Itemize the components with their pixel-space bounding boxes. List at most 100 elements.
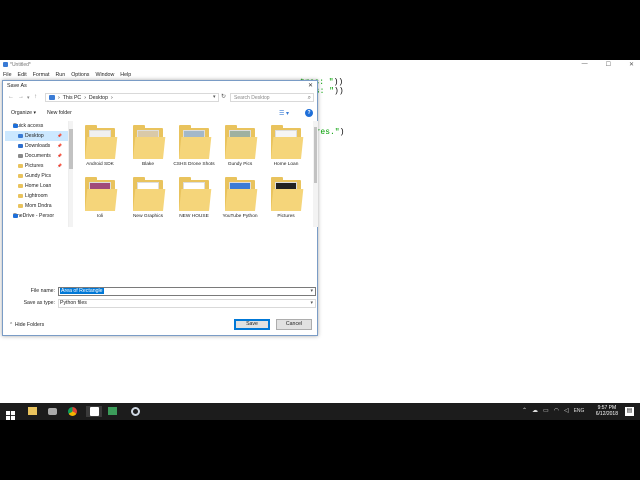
navigation-pane: Quick access Desktop 📌 Downloads 📌 Documents 📌… (5, 121, 69, 227)
clock[interactable]: 9:57 PM 6/12/2018 (596, 405, 618, 417)
language-indicator[interactable]: ENG (574, 407, 585, 414)
folder-icon (133, 177, 166, 211)
dialog-close-icon[interactable]: ✕ (308, 82, 313, 89)
save-type-label: Save as type: (23, 300, 55, 306)
volume-icon[interactable]: ◁ (564, 407, 569, 414)
folder-icon (179, 125, 212, 159)
folder-label: Android SDK (86, 162, 114, 167)
file-list: Android SDK Blake CSHS Drone Shots Gundy Pi… (75, 121, 313, 227)
folder-item[interactable]: NEW HOUSE (171, 177, 217, 220)
start-icon[interactable] (6, 407, 17, 420)
folder-item[interactable]: CSHS Drone Shots (171, 125, 217, 168)
file-list-scrollbar[interactable] (313, 121, 318, 227)
save-as-dialog: Save As ✕ ← → ▾ ↑ › This PC › Desktop › … (2, 80, 318, 336)
nav-item[interactable]: Pictures 📌 (5, 161, 68, 171)
photos-icon[interactable] (108, 406, 119, 417)
nav-item[interactable]: Desktop 📌 (5, 131, 68, 141)
up-arrow-icon[interactable]: ↑ (34, 94, 37, 100)
hide-folders-button[interactable]: ⌃ Hide Folders (9, 322, 44, 328)
folder-icon (18, 184, 23, 188)
folder-item[interactable]: Ioli (77, 177, 123, 220)
chrome-icon[interactable] (68, 406, 79, 417)
pin-icon: 📌 (57, 133, 62, 138)
folder-icon (18, 134, 23, 138)
chevron-down-icon[interactable]: ▾ (310, 300, 313, 307)
close-button[interactable]: ✕ (629, 61, 634, 68)
nav-item[interactable]: OneDrive - Persor (5, 211, 68, 221)
nav-item-label: Documents (25, 153, 51, 159)
help-icon[interactable]: ? (305, 109, 313, 117)
nav-item[interactable]: Downloads 📌 (5, 141, 68, 151)
forward-arrow-icon[interactable]: → (18, 94, 24, 100)
nav-item-label: Pictures (25, 163, 44, 169)
new-folder-button[interactable]: New folder (47, 110, 72, 116)
wifi-icon[interactable]: ◠ (554, 407, 559, 414)
nav-item[interactable]: Quick access (5, 121, 68, 131)
pin-icon: 📌 (57, 153, 62, 158)
menu-help[interactable]: Help (120, 72, 131, 78)
nav-item-label: Downloads (25, 143, 51, 149)
folder-icon (85, 177, 118, 211)
editor-titlebar: *Untitled* — ☐ ✕ (0, 60, 640, 70)
nav-item[interactable]: Lightroom (5, 191, 68, 201)
system-tray: ⌃ ☁ ▭ ◠ ◁ ENG (522, 407, 584, 414)
menu-options[interactable]: Options (71, 72, 89, 78)
folder-item[interactable]: Home Loan (263, 125, 309, 168)
dialog-title: Save As (7, 83, 27, 89)
network-icon[interactable] (48, 406, 59, 417)
search-input[interactable]: Search Desktop ⌕ (230, 93, 314, 102)
file-name-value: Area of Rectangle (60, 288, 104, 294)
organize-button[interactable]: Organize ▾ (11, 110, 36, 116)
menu-edit[interactable]: Edit (18, 72, 27, 78)
menu-run[interactable]: Run (55, 72, 65, 78)
clock-date: 6/12/2018 (595, 411, 618, 417)
location-icon (13, 124, 18, 128)
menu-format[interactable]: Format (33, 72, 50, 78)
idle-window: *Untitled* — ☐ ✕ File Edit Format Run Op… (0, 60, 640, 420)
record-icon[interactable] (128, 406, 142, 417)
folder-item[interactable]: YouTube Python (217, 177, 263, 220)
pc-icon (49, 95, 55, 100)
notifications-icon[interactable]: ▤ (625, 407, 634, 416)
recent-dropdown-icon[interactable]: ▾ (27, 95, 30, 101)
nav-item[interactable]: Home Loan (5, 181, 68, 191)
breadcrumb-desktop[interactable]: Desktop (89, 95, 108, 101)
nav-scrollbar[interactable] (69, 121, 73, 227)
back-arrow-icon[interactable]: ← (8, 94, 14, 100)
nav-item[interactable]: Documents 📌 (5, 151, 68, 161)
menu-window[interactable]: Window (95, 72, 114, 78)
pin-icon: 📌 (57, 163, 62, 168)
folder-item[interactable]: Pictures (263, 177, 309, 220)
cancel-button[interactable]: Cancel (276, 319, 312, 330)
address-row: ← → ▾ ↑ › This PC › Desktop › ▾ ↻ Search… (3, 92, 317, 104)
nav-item[interactable]: Gundy Pics (5, 171, 68, 181)
view-options-icon[interactable]: ☰ ▾ (279, 110, 289, 117)
battery-icon[interactable]: ▭ (543, 407, 549, 414)
save-button[interactable]: Save (234, 319, 270, 330)
file-name-input[interactable]: Area of Rectangle ▾ (58, 287, 316, 296)
maximize-button[interactable]: ☐ (606, 61, 611, 68)
pin-icon: 📌 (57, 143, 62, 148)
breadcrumb-this-pc[interactable]: This PC (63, 95, 81, 101)
folder-item[interactable]: Blake (125, 125, 171, 168)
save-type-select[interactable]: Python files ▾ (58, 299, 316, 308)
folder-item[interactable]: Gundy Pics (217, 125, 263, 168)
refresh-icon[interactable]: ↻ (221, 93, 226, 100)
file-explorer-icon[interactable] (28, 406, 39, 417)
onedrive-icon[interactable]: ☁ (532, 407, 538, 414)
nav-item[interactable]: Mom Dndra (5, 201, 68, 211)
file-name-label: File name: (30, 288, 55, 294)
minimize-button[interactable]: — (582, 61, 588, 68)
address-bar[interactable]: › This PC › Desktop › (45, 93, 219, 102)
folder-label: Gundy Pics (227, 162, 253, 167)
nav-item-label: Gundy Pics (25, 173, 52, 179)
chevron-up-icon[interactable]: ⌃ (522, 407, 527, 414)
window-controls: — ☐ ✕ (582, 61, 634, 68)
menu-file[interactable]: File (3, 72, 12, 78)
file-name-row: File name: Area of Rectangle ▾ (3, 287, 317, 297)
address-dropdown-icon[interactable]: ▾ (213, 94, 216, 100)
chevron-down-icon[interactable]: ▾ (310, 288, 313, 295)
folder-item[interactable]: New Graphics (125, 177, 171, 220)
idle-taskbar-icon[interactable] (86, 406, 102, 417)
folder-item[interactable]: Android SDK (77, 125, 123, 168)
